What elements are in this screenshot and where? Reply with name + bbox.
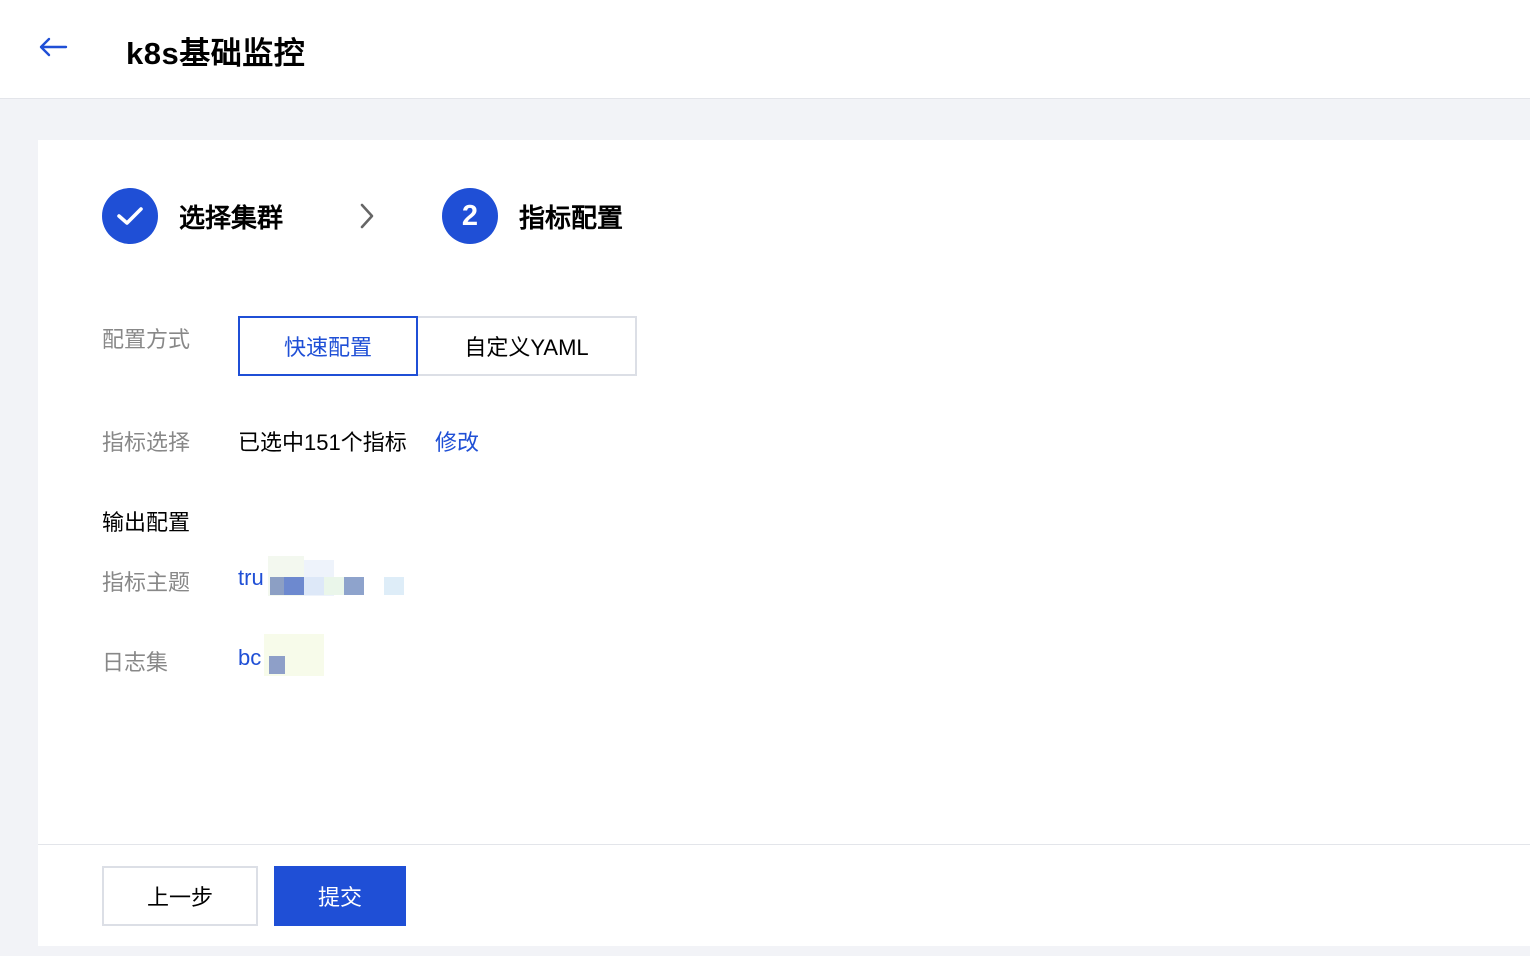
page-title: k8s基础监控 xyxy=(126,36,306,71)
metric-topic-label: 指标主题 xyxy=(102,570,191,595)
logset-label: 日志集 xyxy=(102,650,169,675)
config-mode-label: 配置方式 xyxy=(102,327,191,352)
custom-yaml-option[interactable]: 自定义YAML xyxy=(418,316,637,376)
step-metric-config: 2 指标配置 xyxy=(442,188,623,244)
chevron-right-icon xyxy=(360,203,374,229)
submit-button[interactable]: 提交 xyxy=(274,866,406,926)
selected-metrics-count: 已选中151个指标 xyxy=(238,430,407,455)
check-icon xyxy=(102,188,158,244)
quick-config-option[interactable]: 快速配置 xyxy=(238,316,418,376)
modify-metrics-link[interactable]: 修改 xyxy=(435,425,479,457)
footer-divider xyxy=(38,844,1530,845)
previous-step-button[interactable]: 上一步 xyxy=(102,866,258,926)
logset-link[interactable]: bc xyxy=(238,645,261,671)
metric-topic-link[interactable]: tru xyxy=(238,565,264,591)
step-number: 2 xyxy=(442,188,498,244)
step-select-cluster: 选择集群 xyxy=(102,188,283,244)
top-bar: k8s基础监控 xyxy=(0,0,1530,99)
config-mode-segmented: 快速配置 自定义YAML xyxy=(238,316,637,376)
main-card: 选择集群 2 指标配置 配置方式 快速配置 自定义YAML 指标选择 已选中15… xyxy=(38,140,1530,946)
back-arrow-icon[interactable] xyxy=(36,32,70,62)
step-label: 指标配置 xyxy=(519,202,624,233)
step-label: 选择集群 xyxy=(179,202,284,233)
metrics-select-label: 指标选择 xyxy=(102,430,191,455)
output-config-title: 输出配置 xyxy=(102,510,191,535)
